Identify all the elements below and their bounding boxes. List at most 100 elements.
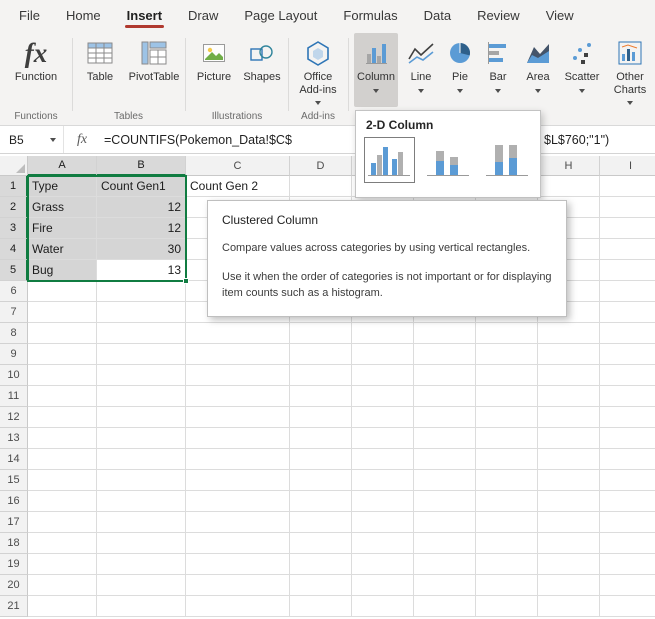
cell-E12[interactable] bbox=[352, 407, 414, 428]
cell-I1[interactable] bbox=[600, 176, 655, 197]
column-header-I[interactable]: I bbox=[600, 156, 655, 176]
cell-F11[interactable] bbox=[414, 386, 476, 407]
cell-I6[interactable] bbox=[600, 281, 655, 302]
cell-C21[interactable] bbox=[186, 596, 290, 617]
table-button[interactable]: Table bbox=[77, 33, 123, 107]
column-chart-button[interactable]: Column bbox=[354, 33, 398, 107]
row-header-20[interactable]: 20 bbox=[0, 575, 28, 596]
cell-G9[interactable] bbox=[476, 344, 538, 365]
cell-I3[interactable] bbox=[600, 218, 655, 239]
cell-C1[interactable]: Count Gen 2 bbox=[186, 176, 290, 197]
cell-I2[interactable] bbox=[600, 197, 655, 218]
cell-H15[interactable] bbox=[538, 470, 600, 491]
picture-button[interactable]: Picture bbox=[191, 33, 237, 107]
cell-B4[interactable]: 30 bbox=[97, 239, 186, 260]
row-header-4[interactable]: 4 bbox=[0, 239, 28, 260]
cell-I10[interactable] bbox=[600, 365, 655, 386]
function-button[interactable]: fx Function bbox=[6, 33, 66, 107]
row-header-10[interactable]: 10 bbox=[0, 365, 28, 386]
formula-input[interactable]: =COUNTIFS(Pokemon_Data!$C$ bbox=[104, 133, 292, 147]
cell-I8[interactable] bbox=[600, 323, 655, 344]
cell-B17[interactable] bbox=[97, 512, 186, 533]
cell-C8[interactable] bbox=[186, 323, 290, 344]
cell-A7[interactable] bbox=[28, 302, 97, 323]
cell-H11[interactable] bbox=[538, 386, 600, 407]
cell-E13[interactable] bbox=[352, 428, 414, 449]
select-all-corner[interactable] bbox=[0, 156, 28, 176]
row-header-21[interactable]: 21 bbox=[0, 596, 28, 617]
tab-home[interactable]: Home bbox=[53, 0, 114, 30]
row-header-6[interactable]: 6 bbox=[0, 281, 28, 302]
cell-B6[interactable] bbox=[97, 281, 186, 302]
row-header-13[interactable]: 13 bbox=[0, 428, 28, 449]
cell-H14[interactable] bbox=[538, 449, 600, 470]
cell-H1[interactable] bbox=[538, 176, 600, 197]
cell-H9[interactable] bbox=[538, 344, 600, 365]
cell-I21[interactable] bbox=[600, 596, 655, 617]
cell-G16[interactable] bbox=[476, 491, 538, 512]
cell-C17[interactable] bbox=[186, 512, 290, 533]
cell-A19[interactable] bbox=[28, 554, 97, 575]
cell-I12[interactable] bbox=[600, 407, 655, 428]
cell-B20[interactable] bbox=[97, 575, 186, 596]
pivottable-button[interactable]: PivotTable bbox=[125, 33, 183, 107]
cell-A3[interactable]: Fire bbox=[28, 218, 97, 239]
row-header-7[interactable]: 7 bbox=[0, 302, 28, 323]
cell-E19[interactable] bbox=[352, 554, 414, 575]
cell-F15[interactable] bbox=[414, 470, 476, 491]
cell-C13[interactable] bbox=[186, 428, 290, 449]
column-header-D[interactable]: D bbox=[290, 156, 352, 176]
cell-B14[interactable] bbox=[97, 449, 186, 470]
cell-C15[interactable] bbox=[186, 470, 290, 491]
cell-D13[interactable] bbox=[290, 428, 352, 449]
scatter-chart-button[interactable]: Scatter bbox=[560, 33, 604, 107]
cell-E14[interactable] bbox=[352, 449, 414, 470]
cell-F8[interactable] bbox=[414, 323, 476, 344]
cell-G12[interactable] bbox=[476, 407, 538, 428]
row-header-2[interactable]: 2 bbox=[0, 197, 28, 218]
cell-E10[interactable] bbox=[352, 365, 414, 386]
cell-F13[interactable] bbox=[414, 428, 476, 449]
cell-I4[interactable] bbox=[600, 239, 655, 260]
cell-I15[interactable] bbox=[600, 470, 655, 491]
area-chart-button[interactable]: Area bbox=[518, 33, 558, 107]
name-box[interactable]: B5 bbox=[0, 126, 64, 153]
office-addins-button[interactable]: Office Add-ins bbox=[292, 33, 344, 107]
other-charts-button[interactable]: Other Charts bbox=[606, 33, 654, 107]
cell-H18[interactable] bbox=[538, 533, 600, 554]
cell-G14[interactable] bbox=[476, 449, 538, 470]
cell-E20[interactable] bbox=[352, 575, 414, 596]
cell-B8[interactable] bbox=[97, 323, 186, 344]
cell-I5[interactable] bbox=[600, 260, 655, 281]
cell-G19[interactable] bbox=[476, 554, 538, 575]
cell-C14[interactable] bbox=[186, 449, 290, 470]
row-header-3[interactable]: 3 bbox=[0, 218, 28, 239]
cell-B10[interactable] bbox=[97, 365, 186, 386]
cell-C19[interactable] bbox=[186, 554, 290, 575]
cell-B13[interactable] bbox=[97, 428, 186, 449]
row-header-12[interactable]: 12 bbox=[0, 407, 28, 428]
cell-D18[interactable] bbox=[290, 533, 352, 554]
cell-B18[interactable] bbox=[97, 533, 186, 554]
cell-G17[interactable] bbox=[476, 512, 538, 533]
row-header-17[interactable]: 17 bbox=[0, 512, 28, 533]
stacked-column-option[interactable] bbox=[423, 137, 474, 183]
cell-I16[interactable] bbox=[600, 491, 655, 512]
column-header-H[interactable]: H bbox=[538, 156, 600, 176]
row-header-16[interactable]: 16 bbox=[0, 491, 28, 512]
cell-F18[interactable] bbox=[414, 533, 476, 554]
cell-A18[interactable] bbox=[28, 533, 97, 554]
cell-B19[interactable] bbox=[97, 554, 186, 575]
cell-I14[interactable] bbox=[600, 449, 655, 470]
cell-E11[interactable] bbox=[352, 386, 414, 407]
cell-E21[interactable] bbox=[352, 596, 414, 617]
column-header-A[interactable]: A bbox=[28, 156, 97, 176]
cell-E8[interactable] bbox=[352, 323, 414, 344]
cell-F10[interactable] bbox=[414, 365, 476, 386]
cell-B3[interactable]: 12 bbox=[97, 218, 186, 239]
cell-F14[interactable] bbox=[414, 449, 476, 470]
cell-E9[interactable] bbox=[352, 344, 414, 365]
row-header-5[interactable]: 5 bbox=[0, 260, 28, 281]
tab-data[interactable]: Data bbox=[411, 0, 464, 30]
row-header-19[interactable]: 19 bbox=[0, 554, 28, 575]
